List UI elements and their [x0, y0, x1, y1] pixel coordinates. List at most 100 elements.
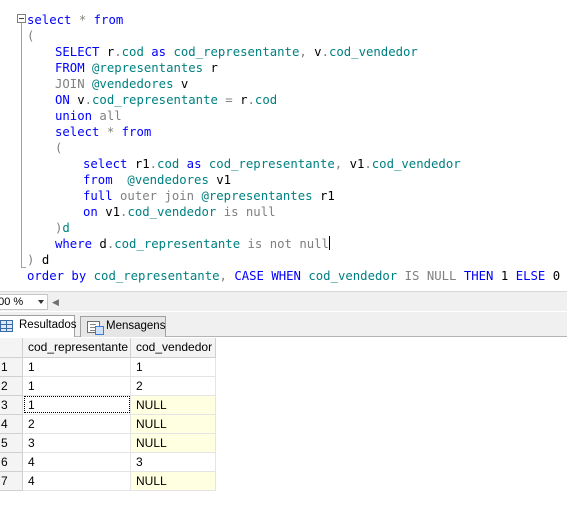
zoom-select[interactable]: 100 %: [0, 294, 48, 310]
editor-status-bar: 100 % ◀: [0, 291, 567, 311]
code-token: cod_vendedor: [308, 269, 405, 283]
outline-guide-end: [21, 267, 26, 268]
code-token: from: [121, 125, 152, 139]
row-number[interactable]: 7: [0, 470, 23, 491]
code-token: (: [55, 141, 63, 155]
code-token: as: [151, 45, 174, 59]
code-token: FROM: [55, 61, 93, 75]
code-token: .: [364, 157, 372, 171]
chevron-down-icon[interactable]: [38, 300, 44, 304]
results-grid[interactable]: cod_representante cod_vendedor 11121231N…: [0, 338, 567, 519]
row-number[interactable]: 5: [0, 432, 23, 453]
code-line[interactable]: from @vendedores v1: [27, 172, 567, 188]
table-cell[interactable]: 1: [22, 375, 131, 396]
code-line[interactable]: select * from: [27, 124, 567, 140]
code-token: v: [77, 93, 85, 107]
row-number[interactable]: 4: [0, 413, 23, 434]
code-line[interactable]: where d.cod_representante is not null: [27, 236, 567, 252]
table-cell[interactable]: NULL: [130, 470, 216, 491]
row-number[interactable]: 2: [0, 375, 23, 396]
outline-guide: [21, 23, 22, 268]
header-row: cod_representante cod_vendedor: [0, 338, 216, 358]
tab-results-label: Resultados: [19, 319, 77, 331]
code-token: select: [27, 13, 79, 27]
code-token: r1: [134, 157, 150, 171]
code-token: =: [225, 93, 241, 107]
code-token: ,: [334, 157, 350, 171]
code-token: cod: [121, 45, 152, 59]
code-token: union: [55, 109, 100, 123]
code-line[interactable]: FROM @representantes r: [27, 60, 567, 76]
code-token: .: [114, 45, 122, 59]
code-token: select: [83, 157, 135, 171]
table-cell[interactable]: 3: [130, 451, 216, 472]
code-token: *: [106, 125, 122, 139]
code-token: cod_representante: [208, 157, 335, 171]
table-cell[interactable]: 2: [130, 375, 216, 396]
code-line[interactable]: ) d: [27, 252, 567, 268]
table-cell[interactable]: 1: [130, 356, 216, 377]
grid-icon: [0, 320, 13, 332]
table-cell[interactable]: 4: [22, 451, 131, 472]
code-token: cod_representante: [93, 269, 220, 283]
code-line[interactable]: full outer join @representantes r1: [27, 188, 567, 204]
code-line[interactable]: )d: [27, 220, 567, 236]
column-header[interactable]: cod_vendedor: [130, 338, 216, 358]
code-token: THEN: [463, 269, 501, 283]
code-line[interactable]: SELECT r.cod as cod_representante, v.cod…: [27, 44, 567, 60]
code-token: v: [180, 77, 189, 91]
row-number[interactable]: 6: [0, 451, 23, 472]
row-number[interactable]: 1: [0, 356, 23, 377]
code-line[interactable]: select r1.cod as cod_representante, v1.c…: [27, 156, 567, 172]
table-cell[interactable]: 4: [22, 470, 131, 491]
corner-cell[interactable]: [0, 338, 23, 358]
messages-icon: [87, 321, 104, 335]
code-line[interactable]: union all: [27, 108, 567, 124]
code-token: cod: [254, 93, 278, 107]
code-line[interactable]: (: [27, 28, 567, 44]
query-editor[interactable]: select * from(SELECT r.cod as cod_repres…: [0, 0, 567, 290]
table-row[interactable]: 4 2 NULL: [0, 413, 216, 434]
row-number[interactable]: 3: [0, 394, 23, 415]
table-row[interactable]: 111: [0, 356, 216, 377]
scroll-left-icon[interactable]: ◀: [52, 296, 59, 308]
code-line[interactable]: JOIN @vendedores v: [27, 76, 567, 92]
code-token: 0: [552, 269, 567, 283]
table-cell[interactable]: 1: [22, 356, 131, 377]
table-cell[interactable]: 1: [22, 394, 131, 415]
table-cell[interactable]: NULL: [130, 413, 216, 434]
code-token: @vendedores: [92, 77, 181, 91]
code-token: all: [99, 109, 122, 123]
code-line[interactable]: ON v.cod_representante = r.cod: [27, 92, 567, 108]
column-header[interactable]: cod_representante: [22, 338, 131, 358]
table-row[interactable]: 212: [0, 375, 216, 396]
table-row[interactable]: 643: [0, 451, 216, 472]
code-token: SELECT: [55, 45, 107, 59]
table-cell[interactable]: NULL: [130, 432, 216, 453]
code-token: ON: [55, 93, 78, 107]
table-cell[interactable]: 2: [22, 413, 131, 434]
code-token: full: [83, 189, 121, 203]
code-line[interactable]: on v1.cod_vendedor is null: [27, 204, 567, 220]
table-row[interactable]: 3 1 NULL: [0, 394, 216, 415]
tab-results[interactable]: Resultados: [0, 315, 77, 337]
code-line[interactable]: order by cod_representante, CASE WHEN co…: [27, 268, 567, 284]
table-cell[interactable]: NULL: [130, 394, 216, 415]
tab-messages-label: Mensagens: [106, 320, 166, 332]
code-token: IS NULL: [404, 269, 464, 283]
table-row[interactable]: 5 3 NULL: [0, 432, 216, 453]
code-token: from: [93, 13, 124, 27]
code-token: r1: [319, 189, 335, 203]
code-area[interactable]: select * from(SELECT r.cod as cod_repres…: [27, 12, 567, 284]
code-token: d: [99, 237, 107, 251]
code-line[interactable]: select * from: [27, 12, 567, 28]
code-token: is null: [223, 205, 276, 219]
tab-messages[interactable]: Mensagens: [80, 316, 166, 337]
table-cell[interactable]: 3: [22, 432, 131, 453]
table-row[interactable]: 7 4 NULL: [0, 470, 216, 491]
code-token: on: [83, 205, 106, 219]
code-token: @representantes: [92, 61, 211, 75]
code-line[interactable]: (: [27, 140, 567, 156]
collapse-toggle-icon[interactable]: [17, 14, 26, 23]
code-token: JOIN: [55, 77, 93, 91]
